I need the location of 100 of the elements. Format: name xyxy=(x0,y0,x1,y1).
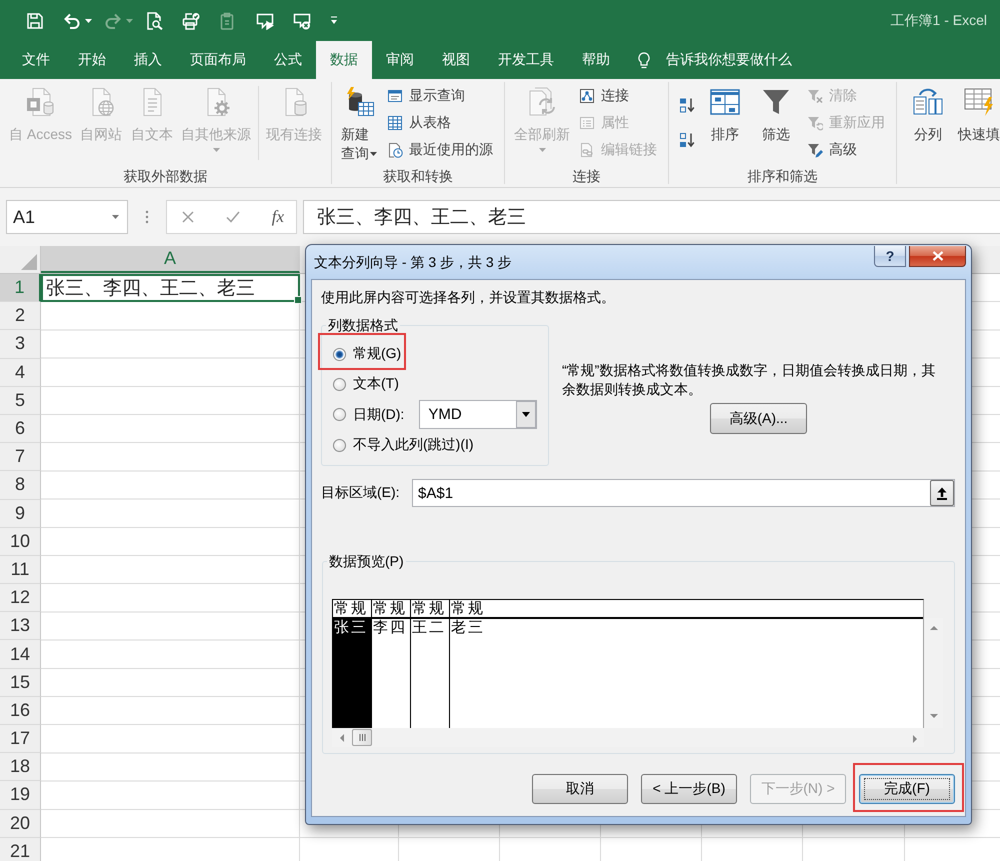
row-header[interactable]: 13 xyxy=(0,612,41,640)
table-lightning-icon xyxy=(963,86,996,118)
format-description: “常规”数据格式将数值转换成数字，日期值会转换成日期，其余数据则转换成文本。 xyxy=(562,361,936,399)
row-header[interactable]: 12 xyxy=(0,584,41,612)
row-header[interactable]: 11 xyxy=(0,556,41,584)
radio-label[interactable]: 文本(T) xyxy=(353,375,399,393)
ribbon-tab[interactable]: 开始 xyxy=(64,41,120,79)
radio-button[interactable] xyxy=(333,438,346,452)
ribbon-button[interactable]: 高级 xyxy=(805,136,888,163)
ribbon-tab[interactable]: 审阅 xyxy=(372,41,428,79)
date-format-dropdown[interactable]: YMD xyxy=(419,400,538,429)
row-header[interactable]: 9 xyxy=(0,500,41,528)
ribbon-button[interactable]: 分列 xyxy=(903,82,954,168)
save-icon[interactable] xyxy=(26,12,44,30)
preview-cell[interactable]: 王二 xyxy=(411,619,449,728)
list-icon xyxy=(579,114,596,130)
row-header[interactable]: 7 xyxy=(0,443,41,472)
scroll-left-icon[interactable] xyxy=(338,734,346,742)
row-header[interactable]: 15 xyxy=(0,668,41,697)
radio-label[interactable]: 日期(D): xyxy=(353,406,404,424)
ribbon-button[interactable]: 连接 xyxy=(577,82,660,109)
row-header[interactable]: 17 xyxy=(0,725,41,754)
radio-button[interactable] xyxy=(333,408,346,421)
tell-me-search[interactable]: 告诉我你想要做什么 xyxy=(666,41,792,79)
funnel-x-icon xyxy=(807,88,824,104)
ribbon-button[interactable]: 从表格 xyxy=(385,109,496,136)
insert-function-button[interactable]: fx xyxy=(272,207,284,227)
row-header[interactable]: 2 xyxy=(0,302,41,330)
row-header[interactable]: 1 xyxy=(0,274,41,302)
column-format-header: 常规 xyxy=(450,600,923,619)
preview-cell[interactable]: 老三 xyxy=(450,619,923,728)
ribbon-tab[interactable]: 文件 xyxy=(8,41,64,79)
help-button[interactable]: ? xyxy=(874,246,906,267)
group-label: 数据预览(P) xyxy=(328,552,405,570)
ribbon-tab[interactable]: 帮助 xyxy=(568,41,624,79)
lightbulb-icon[interactable] xyxy=(638,52,650,68)
row-header[interactable]: 18 xyxy=(0,753,41,782)
row-header[interactable]: 16 xyxy=(0,696,41,725)
check-icon[interactable] xyxy=(226,211,240,223)
row-header[interactable]: 5 xyxy=(0,386,41,415)
row-header[interactable]: 14 xyxy=(0,640,41,669)
ribbon-tab[interactable]: 页面布局 xyxy=(176,41,260,79)
radio-label[interactable]: 不导入此列(跳过)(I) xyxy=(353,436,474,454)
fill-handle-icon[interactable] xyxy=(294,296,302,304)
radio-label[interactable]: 常规(G) xyxy=(353,345,402,363)
ribbon-button[interactable]: 显示查询 xyxy=(385,82,496,109)
scroll-right-icon[interactable] xyxy=(911,734,919,742)
arrow-up-bar-icon[interactable] xyxy=(936,486,948,500)
ribbon-tab[interactable]: 数据 xyxy=(316,41,372,79)
preview-cell[interactable]: 李四 xyxy=(372,619,410,728)
column-format-header: 常规 xyxy=(411,600,449,619)
table-grid-icon xyxy=(387,114,404,130)
customize-caret-icon[interactable] xyxy=(330,16,338,25)
scroll-thumb[interactable] xyxy=(352,729,372,746)
scroll-down-icon[interactable] xyxy=(930,712,938,720)
ribbon-tab[interactable]: 开发工具 xyxy=(484,41,568,79)
caret-icon[interactable] xyxy=(85,18,92,22)
window-title: 工作簿1 - Excel xyxy=(890,12,987,30)
row-header[interactable]: 20 xyxy=(0,810,41,838)
row-header[interactable]: 6 xyxy=(0,414,41,444)
radio-button[interactable] xyxy=(333,378,346,390)
ribbon-button[interactable]: 新建查询 xyxy=(338,82,382,168)
ribbon-button[interactable]: 筛选 xyxy=(751,82,802,168)
row-header[interactable]: 4 xyxy=(0,358,41,387)
radio-button[interactable] xyxy=(333,348,346,360)
row-header[interactable]: 21 xyxy=(0,838,41,861)
cancel-icon[interactable] xyxy=(182,211,194,223)
finish-button[interactable]: 完成(F) xyxy=(859,774,955,804)
row-header[interactable]: 10 xyxy=(0,528,41,556)
caret-icon[interactable] xyxy=(112,215,119,219)
destination-field[interactable]: $A$1 xyxy=(412,479,955,507)
cell[interactable]: 张三、李四、王二、老三 xyxy=(41,274,300,302)
page-magnifier-icon[interactable] xyxy=(145,12,163,30)
instruction-text: 使用此屏内容可选择各列，并设置其数据格式。 xyxy=(321,288,616,306)
ribbon-button[interactable]: 快速填 xyxy=(954,82,1000,168)
ribbon-button[interactable]: 最近使用的源 xyxy=(385,136,496,163)
undo-icon[interactable] xyxy=(63,12,81,30)
comment-x-icon[interactable] xyxy=(293,12,311,30)
name-box[interactable]: A1 xyxy=(6,200,128,234)
formula-field[interactable]: 张三、李四、王二、老三 xyxy=(303,200,1000,234)
row-header[interactable]: 3 xyxy=(0,330,41,359)
ribbon-tab[interactable]: 公式 xyxy=(260,41,316,79)
cancel-button[interactable]: 取消 xyxy=(532,774,628,804)
ribbon-button[interactable]: 排序 xyxy=(700,82,750,168)
advanced-button[interactable]: 高级(A)... xyxy=(710,403,807,434)
close-button[interactable] xyxy=(909,246,966,267)
comment-arrow-icon[interactable] xyxy=(256,12,274,30)
column-header[interactable]: A xyxy=(41,246,300,273)
scroll-up-icon[interactable] xyxy=(930,624,938,632)
row-header[interactable]: 8 xyxy=(0,471,41,500)
grip-icon xyxy=(145,210,149,224)
row-header[interactable]: 19 xyxy=(0,781,41,810)
caret-icon[interactable] xyxy=(370,152,378,156)
preview-cell[interactable]: 张三 xyxy=(333,619,371,728)
ribbon-tab[interactable]: 视图 xyxy=(428,41,484,79)
close-icon[interactable] xyxy=(932,251,944,261)
back-button[interactable]: < 上一步(B) xyxy=(641,774,737,804)
collapse-button[interactable] xyxy=(930,480,954,506)
ribbon-tab[interactable]: 插入 xyxy=(120,41,176,79)
printer-check-icon[interactable] xyxy=(182,12,200,30)
